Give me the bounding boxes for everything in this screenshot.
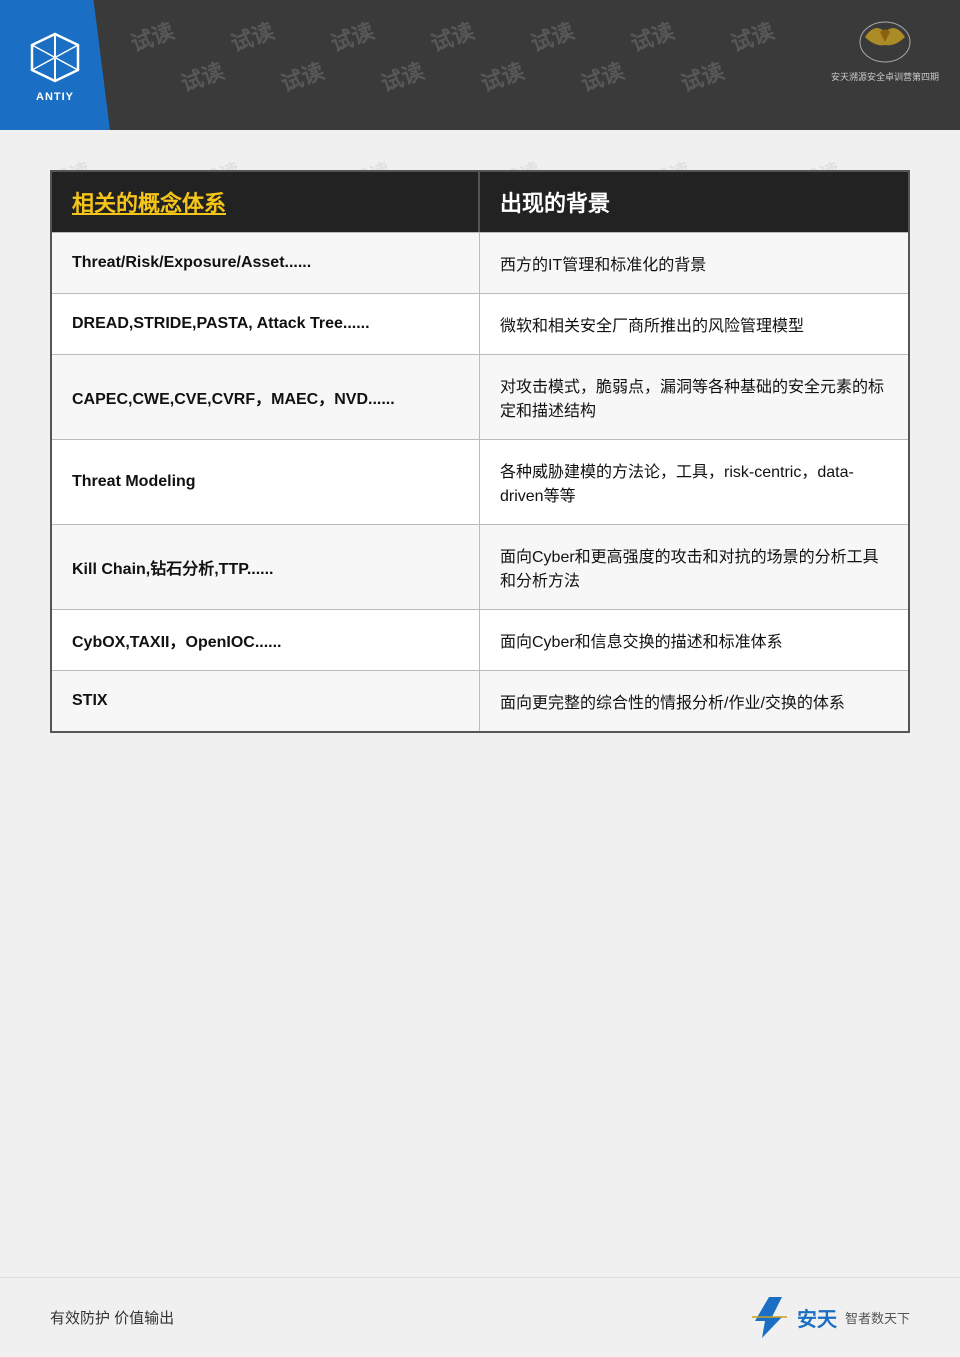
- table-cell-left-3: CAPEC,CWE,CVE,CVRF，MAEC，NVD......: [52, 355, 480, 439]
- col-left-header: 相关的概念体系: [52, 172, 480, 232]
- table-cell-left-6: CybOX,TAXII，OpenIOC......: [52, 610, 480, 670]
- header-right-sub-text: 安天溯源安全卓训营第四期: [831, 70, 939, 83]
- logo-text: ANTIY: [36, 91, 74, 103]
- table-cell-right-7: 面向更完整的综合性的情报分析/作业/交换的体系: [480, 671, 908, 731]
- table-cell-left-2: DREAD,STRIDE,PASTA, Attack Tree......: [52, 294, 480, 354]
- table-row: Threat Modeling 各种威胁建模的方法论，工具，risk-centr…: [52, 439, 908, 524]
- table-cell-right-3: 对攻击模式，脆弱点，漏洞等各种基础的安全元素的标定和描述结构: [480, 355, 908, 439]
- table-row: Kill Chain,钻石分析,TTP...... 面向Cyber和更高强度的攻…: [52, 524, 908, 609]
- watermark-4: 试读: [426, 13, 478, 58]
- header-right-logo-icon: [855, 17, 915, 67]
- watermark-6: 试读: [626, 13, 678, 58]
- table-cell-left-4: Threat Modeling: [52, 440, 480, 524]
- header-watermarks: 试读 试读 试读 试读 试读 试读 试读 试读 试读 试读 试读 试读 试读: [0, 0, 960, 130]
- watermark-3: 试读: [326, 13, 378, 58]
- table-cell-left-7: STIX: [52, 671, 480, 731]
- watermark-10: 试读: [376, 53, 428, 98]
- watermark-12: 试读: [576, 53, 628, 98]
- table-cell-right-1: 西方的IT管理和标准化的背景: [480, 233, 908, 293]
- watermark-9: 试读: [276, 53, 328, 98]
- footer-logo-icon: [747, 1295, 792, 1340]
- footer-logo-main: 安天: [797, 1303, 837, 1332]
- header-right-logo: 安天溯源安全卓训营第四期: [825, 10, 945, 90]
- watermark-8: 试读: [176, 53, 228, 98]
- table-row: CybOX,TAXII，OpenIOC...... 面向Cyber和信息交换的描…: [52, 609, 908, 670]
- table-header-row: 相关的概念体系 出现的背景: [52, 172, 908, 232]
- table-cell-right-2: 微软和相关安全厂商所推出的风险管理模型: [480, 294, 908, 354]
- table-row: CAPEC,CWE,CVE,CVRF，MAEC，NVD...... 对攻击模式，…: [52, 354, 908, 439]
- main-content: 试读 试读 试读 试读 试读 试读 试读 试读 试读 试读 试读 试读 试读 试…: [0, 130, 960, 773]
- table-cell-right-6: 面向Cyber和信息交换的描述和标准体系: [480, 610, 908, 670]
- table-cell-right-4: 各种威胁建模的方法论，工具，risk-centric，data-driven等等: [480, 440, 908, 524]
- table-row: Threat/Risk/Exposure/Asset...... 西方的IT管理…: [52, 232, 908, 293]
- footer: 有效防护 价值输出 安天 智者数天下: [0, 1277, 960, 1357]
- table-cell-right-5: 面向Cyber和更高强度的攻击和对抗的场景的分析工具和分析方法: [480, 525, 908, 609]
- logo-icon: [25, 27, 85, 87]
- watermark-2: 试读: [226, 13, 278, 58]
- table-row: STIX 面向更完整的综合性的情报分析/作业/交换的体系: [52, 670, 908, 731]
- table-cell-left-5: Kill Chain,钻石分析,TTP......: [52, 525, 480, 609]
- col-right-header: 出现的背景: [480, 172, 908, 232]
- watermark-11: 试读: [476, 53, 528, 98]
- footer-logo: 安天 智者数天下: [747, 1295, 910, 1340]
- watermark-7: 试读: [726, 13, 778, 58]
- logo-box: ANTIY: [0, 0, 110, 130]
- watermark-5: 试读: [526, 13, 578, 58]
- footer-tagline: 有效防护 价值输出: [50, 1307, 174, 1328]
- watermark-1: 试读: [126, 13, 178, 58]
- header: ANTIY 试读 试读 试读 试读 试读 试读 试读 试读 试读 试读 试读 试…: [0, 0, 960, 130]
- table-row: DREAD,STRIDE,PASTA, Attack Tree...... 微软…: [52, 293, 908, 354]
- watermark-13: 试读: [676, 53, 728, 98]
- content-table: 相关的概念体系 出现的背景 Threat/Risk/Exposure/Asset…: [50, 170, 910, 733]
- footer-logo-container: 安天 智者数天下: [747, 1295, 910, 1340]
- footer-logo-sub: 智者数天下: [845, 1308, 910, 1327]
- table-cell-left-1: Threat/Risk/Exposure/Asset......: [52, 233, 480, 293]
